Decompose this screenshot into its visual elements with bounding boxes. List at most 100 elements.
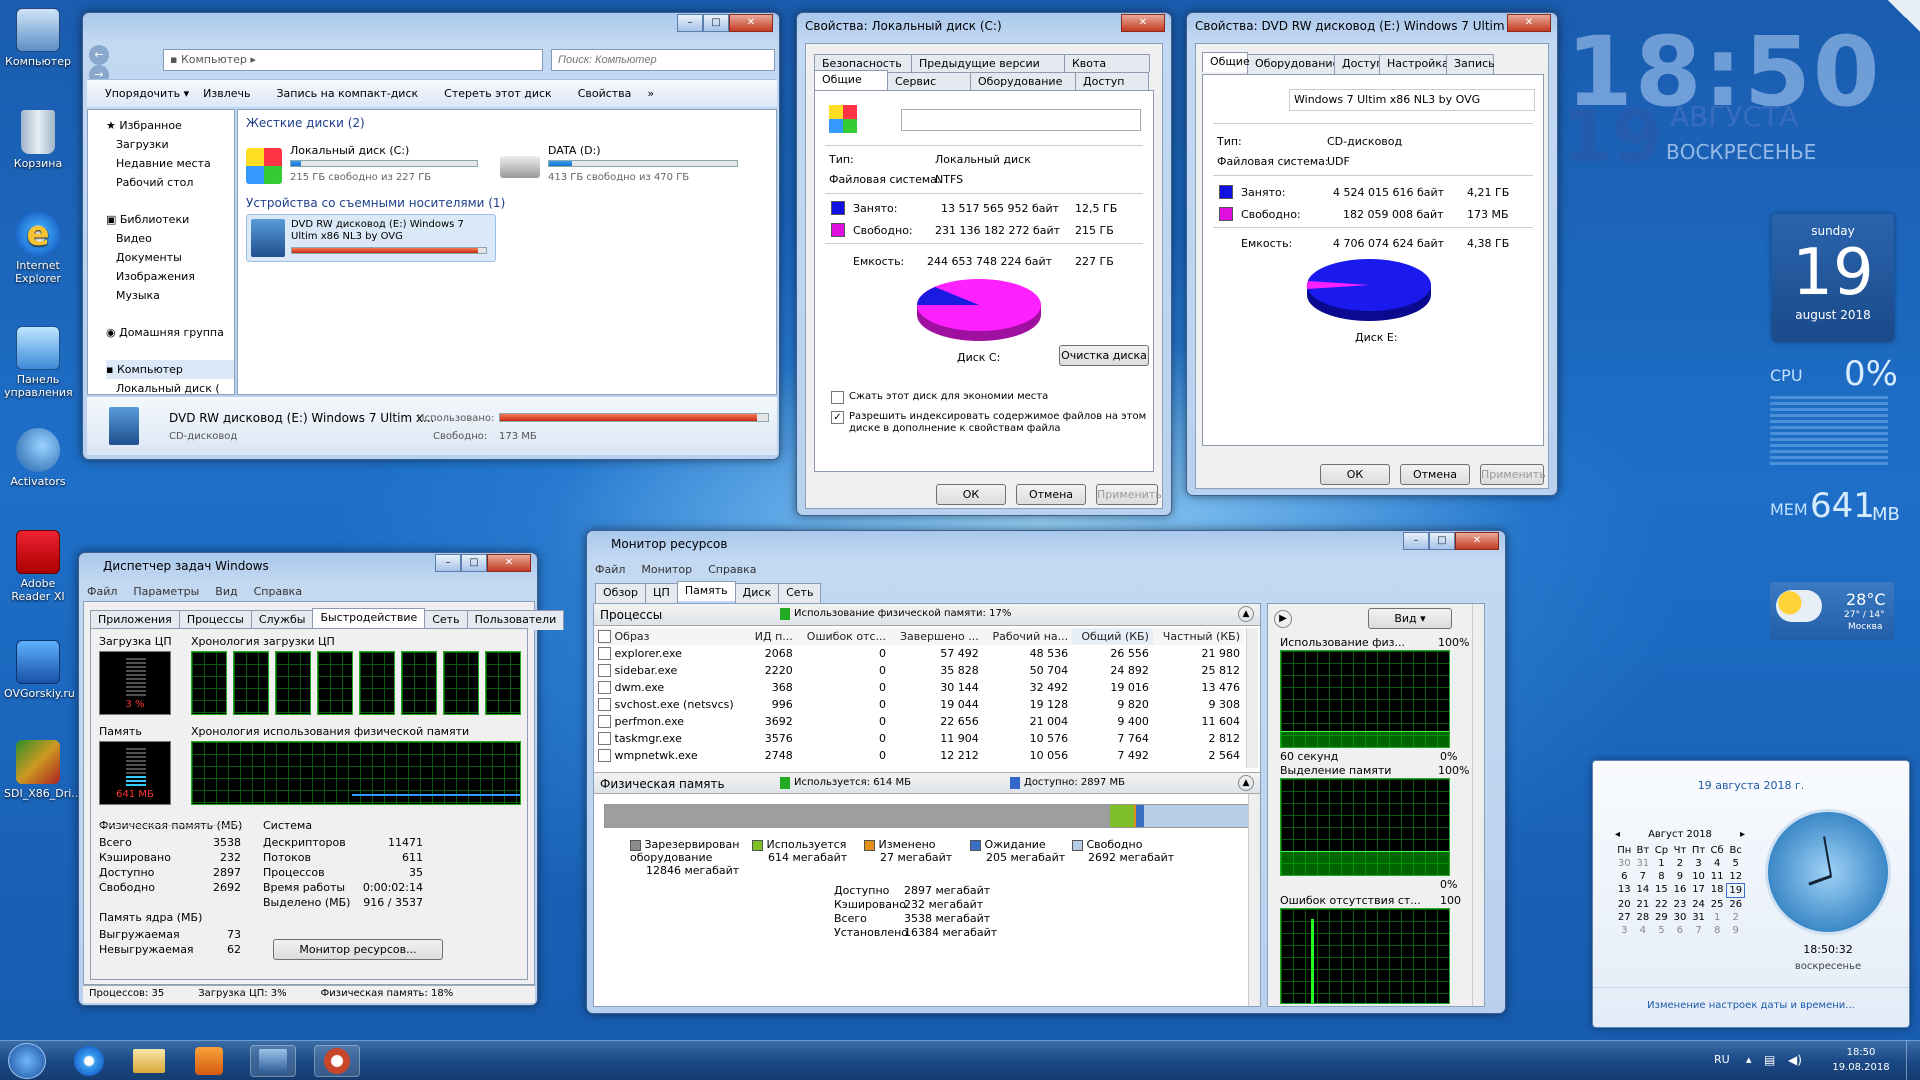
tab-customize[interactable]: Настройка <box>1379 54 1449 74</box>
burn-button[interactable]: Запись на компакт-диск <box>276 87 418 100</box>
ok-button[interactable]: ОК <box>1320 464 1390 485</box>
sidebar-item-libraries[interactable]: ▣ Библиотеки <box>106 210 234 229</box>
next-month-icon[interactable]: ▸ <box>1740 829 1745 840</box>
flyout-date-link[interactable]: 19 августа 2018 г. <box>1593 779 1909 792</box>
sidebar-item-video[interactable]: Видео <box>106 229 234 248</box>
expand-graphs-icon[interactable]: ▶ <box>1274 610 1292 628</box>
sidebar-item-music[interactable]: Музыка <box>106 286 234 305</box>
today-cell[interactable]: 19 <box>1726 883 1745 898</box>
calendar-gadget[interactable]: sunday 19 august 2018 <box>1772 214 1894 342</box>
organize-button[interactable]: Упорядочить ▾ <box>105 87 189 100</box>
tab-overview[interactable]: Обзор <box>595 583 647 603</box>
start-button[interactable] <box>8 1043 46 1079</box>
main-scrollbar[interactable] <box>1248 794 1260 1006</box>
table-row[interactable]: wmpnetwk.exe 2748 0 12 212 10 056 7 492 2 564 <box>594 747 1244 764</box>
cancel-button[interactable]: Отмена <box>1400 464 1470 485</box>
show-desktop-button[interactable] <box>1906 1041 1920 1080</box>
tab-users[interactable]: Пользователи <box>466 610 565 630</box>
tab-services[interactable]: Службы <box>250 610 314 630</box>
minimize-button[interactable]: – <box>435 554 461 572</box>
taskbar-resource-monitor-icon[interactable] <box>314 1045 360 1077</box>
maximize-button[interactable]: □ <box>703 14 729 32</box>
tab-applications[interactable]: Приложения <box>90 610 180 630</box>
graphs-scrollbar[interactable] <box>1472 604 1484 1006</box>
eject-button[interactable]: Извлечь <box>203 87 250 100</box>
dvd-drive-tile[interactable]: DVD RW дисковод (E:) Windows 7 Ultim x86… <box>246 214 496 262</box>
volume-label-input[interactable] <box>901 109 1141 131</box>
taskbar-media-player-icon[interactable] <box>186 1045 232 1077</box>
erase-disc-button[interactable]: Стереть этот диск <box>444 87 552 100</box>
table-row[interactable]: svchost.exe (netsvcs) 996 0 19 044 19 128 9 8… <box>594 696 1244 713</box>
tab-sharing[interactable]: Доступ <box>1075 72 1149 92</box>
sidebar-item-homegroup[interactable]: ◉ Домашняя группа <box>106 323 234 342</box>
apply-button[interactable]: Применить <box>1480 464 1546 485</box>
menu-options[interactable]: Параметры <box>133 585 199 598</box>
taskbar-task-manager-icon[interactable] <box>250 1045 296 1077</box>
cpu-gadget[interactable]: CPU 0% <box>1770 354 1898 474</box>
maximize-button[interactable]: □ <box>1429 532 1455 550</box>
sidebar-item-downloads[interactable]: Загрузки <box>106 135 234 154</box>
sidebar-item-documents[interactable]: Документы <box>106 248 234 267</box>
sidebar-item-recent[interactable]: Недавние места <box>106 154 234 173</box>
more-chevron-icon[interactable]: » <box>647 87 654 100</box>
tab-service[interactable]: Сервис <box>887 72 971 92</box>
table-row[interactable]: dwm.exe 368 0 30 144 32 492 19 016 13 476 <box>594 679 1244 696</box>
tab-performance[interactable]: Быстродействие <box>312 608 426 628</box>
sidebar-item-favorites[interactable]: ★ Избранное <box>106 116 234 135</box>
network-icon[interactable]: ▤ <box>1764 1053 1775 1067</box>
tab-cpu[interactable]: ЦП <box>645 583 678 603</box>
maximize-button[interactable]: □ <box>461 554 487 572</box>
desktop-icon-activators[interactable]: Activators <box>4 428 72 488</box>
view-dropdown[interactable]: Вид ▾ <box>1368 608 1452 629</box>
close-button[interactable]: ✕ <box>1507 14 1551 32</box>
menu-help[interactable]: Справка <box>254 585 302 598</box>
close-button[interactable]: ✕ <box>1121 14 1165 32</box>
search-input[interactable] <box>551 49 775 71</box>
tab-hardware[interactable]: Оборудование <box>1247 54 1339 74</box>
minimize-button[interactable]: – <box>677 14 703 32</box>
desktop-icon-recycle-bin[interactable]: Корзина <box>4 110 72 170</box>
tab-burn[interactable]: Запись <box>1446 54 1495 74</box>
tab-previous-versions[interactable]: Предыдущие версии <box>911 54 1065 72</box>
back-button[interactable]: ← <box>89 45 109 65</box>
sidebar-item-images[interactable]: Изображения <box>106 267 234 286</box>
desktop-icon-computer[interactable]: Компьютер <box>4 8 72 68</box>
tab-processes[interactable]: Процессы <box>178 610 252 630</box>
menu-monitor[interactable]: Монитор <box>641 563 692 576</box>
minimize-button[interactable]: – <box>1403 532 1429 550</box>
drive-d-tile[interactable]: DATA (D:) 413 ГБ свободно из 470 ГБ <box>500 144 760 188</box>
menu-view[interactable]: Вид <box>215 585 237 598</box>
change-datetime-link[interactable]: Изменение настроек даты и времени... <box>1593 987 1909 1027</box>
sidebar-item-desktop[interactable]: Рабочий стол <box>106 173 234 192</box>
table-row[interactable]: taskmgr.exe 3576 0 11 904 10 576 7 764 2 812 <box>594 730 1244 747</box>
apply-button[interactable]: Применить <box>1096 484 1162 505</box>
memory-gadget[interactable]: MEM 641 MB <box>1770 486 1900 526</box>
tab-general[interactable]: Общие <box>1202 52 1250 72</box>
tab-general[interactable]: Общие <box>814 70 888 90</box>
processes-header[interactable]: Процессы Использование физической памяти… <box>594 604 1260 626</box>
menu-file[interactable]: Файл <box>595 563 625 576</box>
menu-help[interactable]: Справка <box>708 563 756 576</box>
tab-sharing[interactable]: Доступ <box>1334 54 1383 74</box>
removable-group-header[interactable]: Устройства со съемными носителями (1) <box>246 196 505 210</box>
table-row[interactable]: explorer.exe 2068 0 57 492 48 536 26 556 21 98… <box>594 645 1244 662</box>
desktop-icon-ovgorskiy[interactable]: OVGorskiy.ru <box>4 640 75 700</box>
resource-monitor-button[interactable]: Монитор ресурсов... <box>273 939 443 960</box>
tab-quota[interactable]: Квота <box>1064 54 1150 72</box>
tab-hardware[interactable]: Оборудование <box>970 72 1076 92</box>
disk-cleanup-button[interactable]: Очистка диска <box>1059 345 1149 366</box>
language-indicator[interactable]: RU <box>1714 1053 1730 1066</box>
desktop-icon-ie[interactable]: e Internet Explorer <box>4 212 72 285</box>
tab-network[interactable]: Сеть <box>424 610 468 630</box>
desktop-icon-adobe-reader[interactable]: Adobe Reader XI <box>4 530 72 603</box>
taskbar-explorer-icon[interactable] <box>126 1045 172 1077</box>
volume-label-field[interactable]: Windows 7 Ultim x86 NL3 by OVG <box>1289 89 1535 111</box>
ok-button[interactable]: ОК <box>936 484 1006 505</box>
sidebar-item-local-disk[interactable]: Локальный диск ( <box>106 379 234 394</box>
taskbar-clock[interactable]: 18:50 19.08.2018 <box>1830 1045 1892 1075</box>
table-row[interactable]: perfmon.exe 3692 0 22 656 21 004 9 400 11 604 <box>594 713 1244 730</box>
collapse-icon[interactable]: ▲ <box>1238 606 1254 622</box>
process-scrollbar[interactable] <box>1246 628 1258 768</box>
desktop-icon-sdi[interactable]: SDI_X86_Dri... <box>4 740 82 800</box>
volume-icon[interactable]: ◀) <box>1788 1053 1802 1067</box>
